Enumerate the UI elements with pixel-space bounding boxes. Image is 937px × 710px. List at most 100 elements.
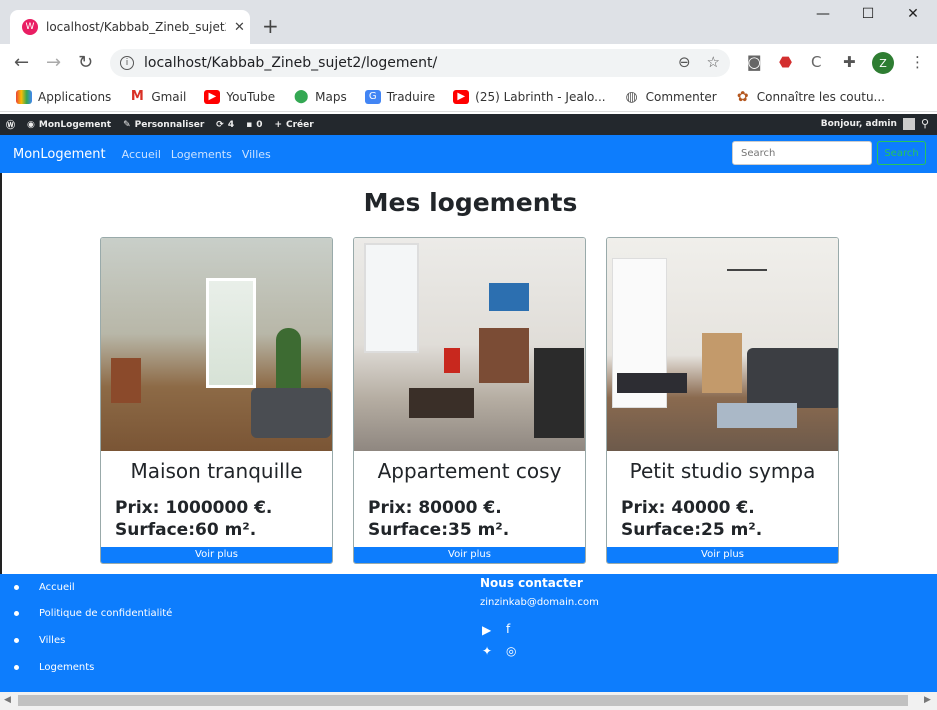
bookmark-gmail[interactable]: M Gmail (129, 89, 186, 104)
wp-create-link[interactable]: + Créer (274, 120, 313, 130)
scroll-right-icon[interactable]: ▶ (924, 695, 931, 705)
gmail-icon: M (130, 89, 144, 104)
comment-icon: ▪ (246, 119, 253, 130)
reload-icon[interactable]: ↻ (78, 52, 93, 73)
bookmark-youtube-video[interactable]: ▶ (25) Labrinth - Jealo... (453, 89, 606, 104)
browser-toolbar: ← → ↻ i localhost/Kabbab_Zineb_sujet2/lo… (0, 44, 937, 82)
tab-favicon-icon: W (22, 19, 38, 35)
bullet-icon (14, 611, 19, 616)
bookmark-commenter[interactable]: ◍ Commenter (624, 88, 717, 105)
maximize-icon[interactable]: ☐ (845, 6, 891, 22)
apps-icon (16, 89, 32, 104)
bookmarks-bar: Applications M Gmail ▶ YouTube ⬤ Maps G Trad… (0, 82, 937, 112)
scrollbar-thumb[interactable] (18, 695, 908, 706)
contact-heading: Nous contacter (480, 576, 583, 590)
camera-extension-icon[interactable]: ◙ (747, 53, 762, 71)
forward-icon[interactable]: → (46, 52, 61, 73)
listing-price: Prix: 80000 €. (368, 498, 502, 518)
listing-title: Appartement cosy (377, 459, 562, 483)
listing-price: Prix: 40000 €. (621, 498, 755, 518)
browser-tab[interactable]: W localhost/Kabbab_Zineb_sujet2/lo ✕ (10, 10, 250, 44)
footer-link-accueil[interactable]: Accueil (14, 582, 75, 593)
facebook-icon[interactable]: f (506, 622, 510, 636)
site-icon: ✿ (736, 88, 749, 105)
twitter-icon[interactable]: ✦ (482, 644, 492, 658)
site-brand[interactable]: MonLogement (13, 147, 106, 162)
plus-icon: + (274, 119, 282, 130)
youtube-icon[interactable]: ▶ (482, 623, 491, 637)
wp-comments-link[interactable]: ▪ 0 (246, 120, 262, 130)
url-text: localhost/Kabbab_Zineb_sujet2/logement/ (144, 55, 438, 71)
wp-greeting[interactable]: Bonjour, admin (821, 119, 897, 129)
voir-plus-button[interactable]: Voir plus (607, 547, 838, 563)
listing-photo (101, 238, 332, 451)
back-icon[interactable]: ← (14, 52, 29, 73)
close-window-icon[interactable]: ✕ (890, 6, 936, 22)
wp-admin-bar: Ⓦ ◉ MonLogement ✎ Personnaliser ⟳ 4 ▪ 0 + Cré… (0, 114, 937, 135)
profile-avatar[interactable]: Z (872, 52, 894, 74)
listing-price: Prix: 1000000 €. (115, 498, 273, 518)
bookmark-connaitre[interactable]: ✿ Connaître les coutu... (735, 88, 885, 105)
listing-surface: Surface:60 m². (115, 520, 257, 540)
wp-site-link[interactable]: ◉ MonLogement (27, 120, 111, 130)
wp-customize-link[interactable]: ✎ Personnaliser (123, 120, 204, 130)
wp-updates-link[interactable]: ⟳ 4 (216, 120, 234, 130)
dashboard-icon: ◉ (27, 119, 35, 130)
globe-icon: ◍ (625, 88, 638, 105)
nav-link-accueil[interactable]: Accueil (122, 148, 161, 161)
search-input[interactable] (732, 141, 872, 165)
listing-photo (607, 238, 838, 451)
bullet-icon (14, 665, 19, 670)
listing-photo (354, 238, 585, 451)
browser-menu-icon[interactable]: ⋮ (910, 53, 925, 71)
updates-icon: ⟳ (216, 119, 224, 130)
adblock-extension-icon[interactable]: ⬣ (779, 53, 792, 71)
footer-link-logements[interactable]: Logements (14, 662, 94, 673)
address-bar[interactable]: i localhost/Kabbab_Zineb_sujet2/logement… (110, 49, 730, 77)
new-tab-icon[interactable]: + (262, 14, 279, 38)
horizontal-scrollbar[interactable]: ◀ ▶ (0, 692, 937, 710)
site-navbar: MonLogement Accueil Logements Villes Sea… (0, 135, 937, 173)
extension-c-icon[interactable]: C (811, 53, 821, 71)
bookmark-maps[interactable]: ⬤ Maps (293, 89, 347, 104)
listing-surface: Surface:35 m². (368, 520, 510, 540)
bookmark-star-icon[interactable]: ☆ (707, 53, 720, 71)
nav-link-logements[interactable]: Logements (171, 148, 232, 161)
translate-icon: G (364, 89, 381, 104)
bookmark-applications[interactable]: Applications (16, 89, 111, 104)
listing-card: Appartement cosy Prix: 80000 €. Surface:… (353, 237, 586, 564)
voir-plus-button[interactable]: Voir plus (101, 547, 332, 563)
browser-tabstrip: W localhost/Kabbab_Zineb_sujet2/lo ✕ + —… (0, 0, 937, 44)
bullet-icon (14, 638, 19, 643)
listing-card: Maison tranquille Prix: 1000000 €. Surfa… (100, 237, 333, 564)
bookmark-translate[interactable]: G Traduire (364, 89, 435, 104)
bookmark-youtube[interactable]: ▶ YouTube (204, 89, 275, 104)
zoom-icon[interactable]: ⊖ (678, 53, 691, 71)
maps-icon: ⬤ (293, 89, 309, 104)
site-info-icon[interactable]: i (120, 56, 134, 70)
voir-plus-button[interactable]: Voir plus (354, 547, 585, 563)
youtube-icon: ▶ (453, 89, 470, 104)
tab-title: localhost/Kabbab_Zineb_sujet2/lo (46, 20, 226, 34)
listing-card: Petit studio sympa Prix: 40000 €. Surfac… (606, 237, 839, 564)
close-tab-icon[interactable]: ✕ (234, 20, 245, 35)
wp-avatar[interactable] (902, 117, 915, 130)
site-footer: Accueil Politique de confidentialité Vil… (0, 574, 937, 692)
youtube-icon: ▶ (204, 89, 221, 104)
page-title: Mes logements (363, 188, 578, 217)
wordpress-logo-icon[interactable]: Ⓦ (6, 118, 15, 131)
brush-icon: ✎ (123, 119, 131, 130)
footer-link-privacy[interactable]: Politique de confidentialité (14, 608, 172, 619)
wp-search-icon[interactable]: ⚲ (921, 117, 929, 130)
instagram-icon[interactable]: ◎ (506, 644, 516, 658)
listing-title: Maison tranquille (130, 459, 303, 483)
search-button[interactable]: Search (877, 141, 926, 165)
scroll-left-icon[interactable]: ◀ (4, 695, 11, 705)
extensions-puzzle-icon[interactable]: ✚ (843, 53, 856, 71)
minimize-icon[interactable]: — (800, 6, 846, 22)
contact-email[interactable]: zinzinkab@domain.com (480, 597, 599, 608)
listing-title: Petit studio sympa (629, 459, 816, 483)
nav-link-villes[interactable]: Villes (242, 148, 271, 161)
bullet-icon (14, 585, 19, 590)
footer-link-villes[interactable]: Villes (14, 635, 65, 646)
